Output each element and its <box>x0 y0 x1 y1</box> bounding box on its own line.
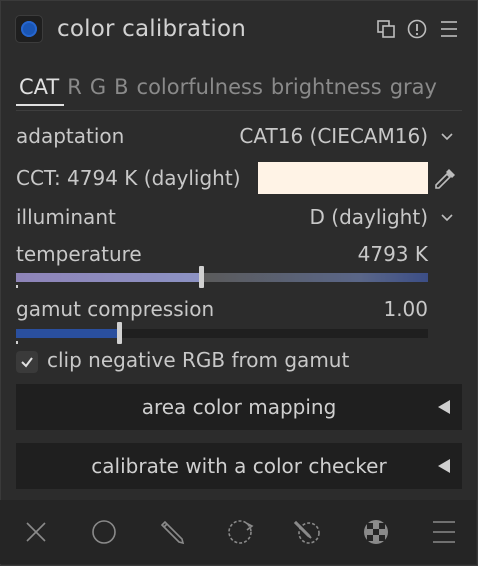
temperature-slider-handle[interactable] <box>199 266 205 288</box>
menu-icon[interactable] <box>429 517 459 547</box>
area-color-mapping-label: area color mapping <box>141 395 337 419</box>
tab-r[interactable]: R <box>64 70 87 104</box>
temperature-default-tick <box>16 285 18 288</box>
tab-brightness[interactable]: brightness <box>268 70 387 104</box>
color-checker-label: calibrate with a color checker <box>91 454 387 478</box>
module-header: color calibration <box>0 0 476 60</box>
chevron-down-icon[interactable] <box>440 132 454 142</box>
temperature-slider-label-row: temperature 4793 K <box>16 242 428 266</box>
cct-readout: CCT: 4794 K (daylight) <box>16 166 241 190</box>
illuminant-label: illuminant <box>16 205 116 229</box>
drawn-parametric-mask-icon[interactable] <box>293 517 323 547</box>
color-checker-section[interactable]: calibrate with a color checker <box>16 443 462 489</box>
module-title: color calibration <box>57 16 247 42</box>
gamut-value: 1.00 <box>383 297 428 321</box>
circle-mask-icon[interactable] <box>89 517 119 547</box>
power-icon <box>21 21 37 37</box>
temperature-track-left[interactable] <box>16 273 202 282</box>
reset-icon[interactable] <box>406 18 428 40</box>
temperature-value: 4793 K <box>357 242 428 266</box>
color-picker-icon[interactable] <box>432 166 458 192</box>
parametric-mask-icon[interactable] <box>225 517 255 547</box>
close-icon[interactable] <box>21 517 51 547</box>
temperature-label: temperature <box>16 242 142 266</box>
tab-bar: CAT R G B colorfulness brightness gray <box>16 70 442 110</box>
gamut-slider-fill <box>16 329 119 338</box>
tab-divider <box>16 110 462 111</box>
adaptation-value: CAT16 (CIECAM16) <box>239 124 428 148</box>
tab-b[interactable]: B <box>111 70 133 104</box>
chevron-down-icon[interactable] <box>440 213 454 223</box>
clip-negative-checkbox[interactable] <box>16 351 38 373</box>
illuminant-value: D (daylight) <box>309 205 428 229</box>
gamut-slider-handle[interactable] <box>117 322 122 344</box>
illuminant-color-swatch <box>258 162 428 194</box>
tab-colorfulness[interactable]: colorfulness <box>134 70 268 104</box>
collapse-arrow-icon <box>438 400 450 414</box>
tab-cat[interactable]: CAT <box>16 70 65 106</box>
gamut-slider-label-row: gamut compression 1.00 <box>16 297 428 321</box>
pencil-mask-icon[interactable] <box>157 517 187 547</box>
module-power-button[interactable] <box>15 15 43 43</box>
temperature-track-right[interactable] <box>202 273 428 282</box>
checkmark-icon <box>21 357 33 368</box>
tab-g[interactable]: G <box>87 70 111 104</box>
area-color-mapping-section[interactable]: area color mapping <box>16 384 462 430</box>
illuminant-combobox[interactable]: illuminant D (daylight) <box>16 205 428 229</box>
clip-negative-label: clip negative RGB from gamut <box>47 348 350 372</box>
tab-gray[interactable]: gray <box>387 70 442 104</box>
adaptation-combobox[interactable]: adaptation CAT16 (CIECAM16) <box>16 124 428 148</box>
gamut-default-tick <box>16 341 18 344</box>
adaptation-label: adaptation <box>16 124 125 148</box>
raster-mask-icon[interactable] <box>361 517 391 547</box>
gamut-label: gamut compression <box>16 297 215 321</box>
presets-menu-icon[interactable] <box>438 18 460 40</box>
multi-instance-icon[interactable] <box>375 18 397 40</box>
collapse-arrow-icon <box>438 459 450 473</box>
